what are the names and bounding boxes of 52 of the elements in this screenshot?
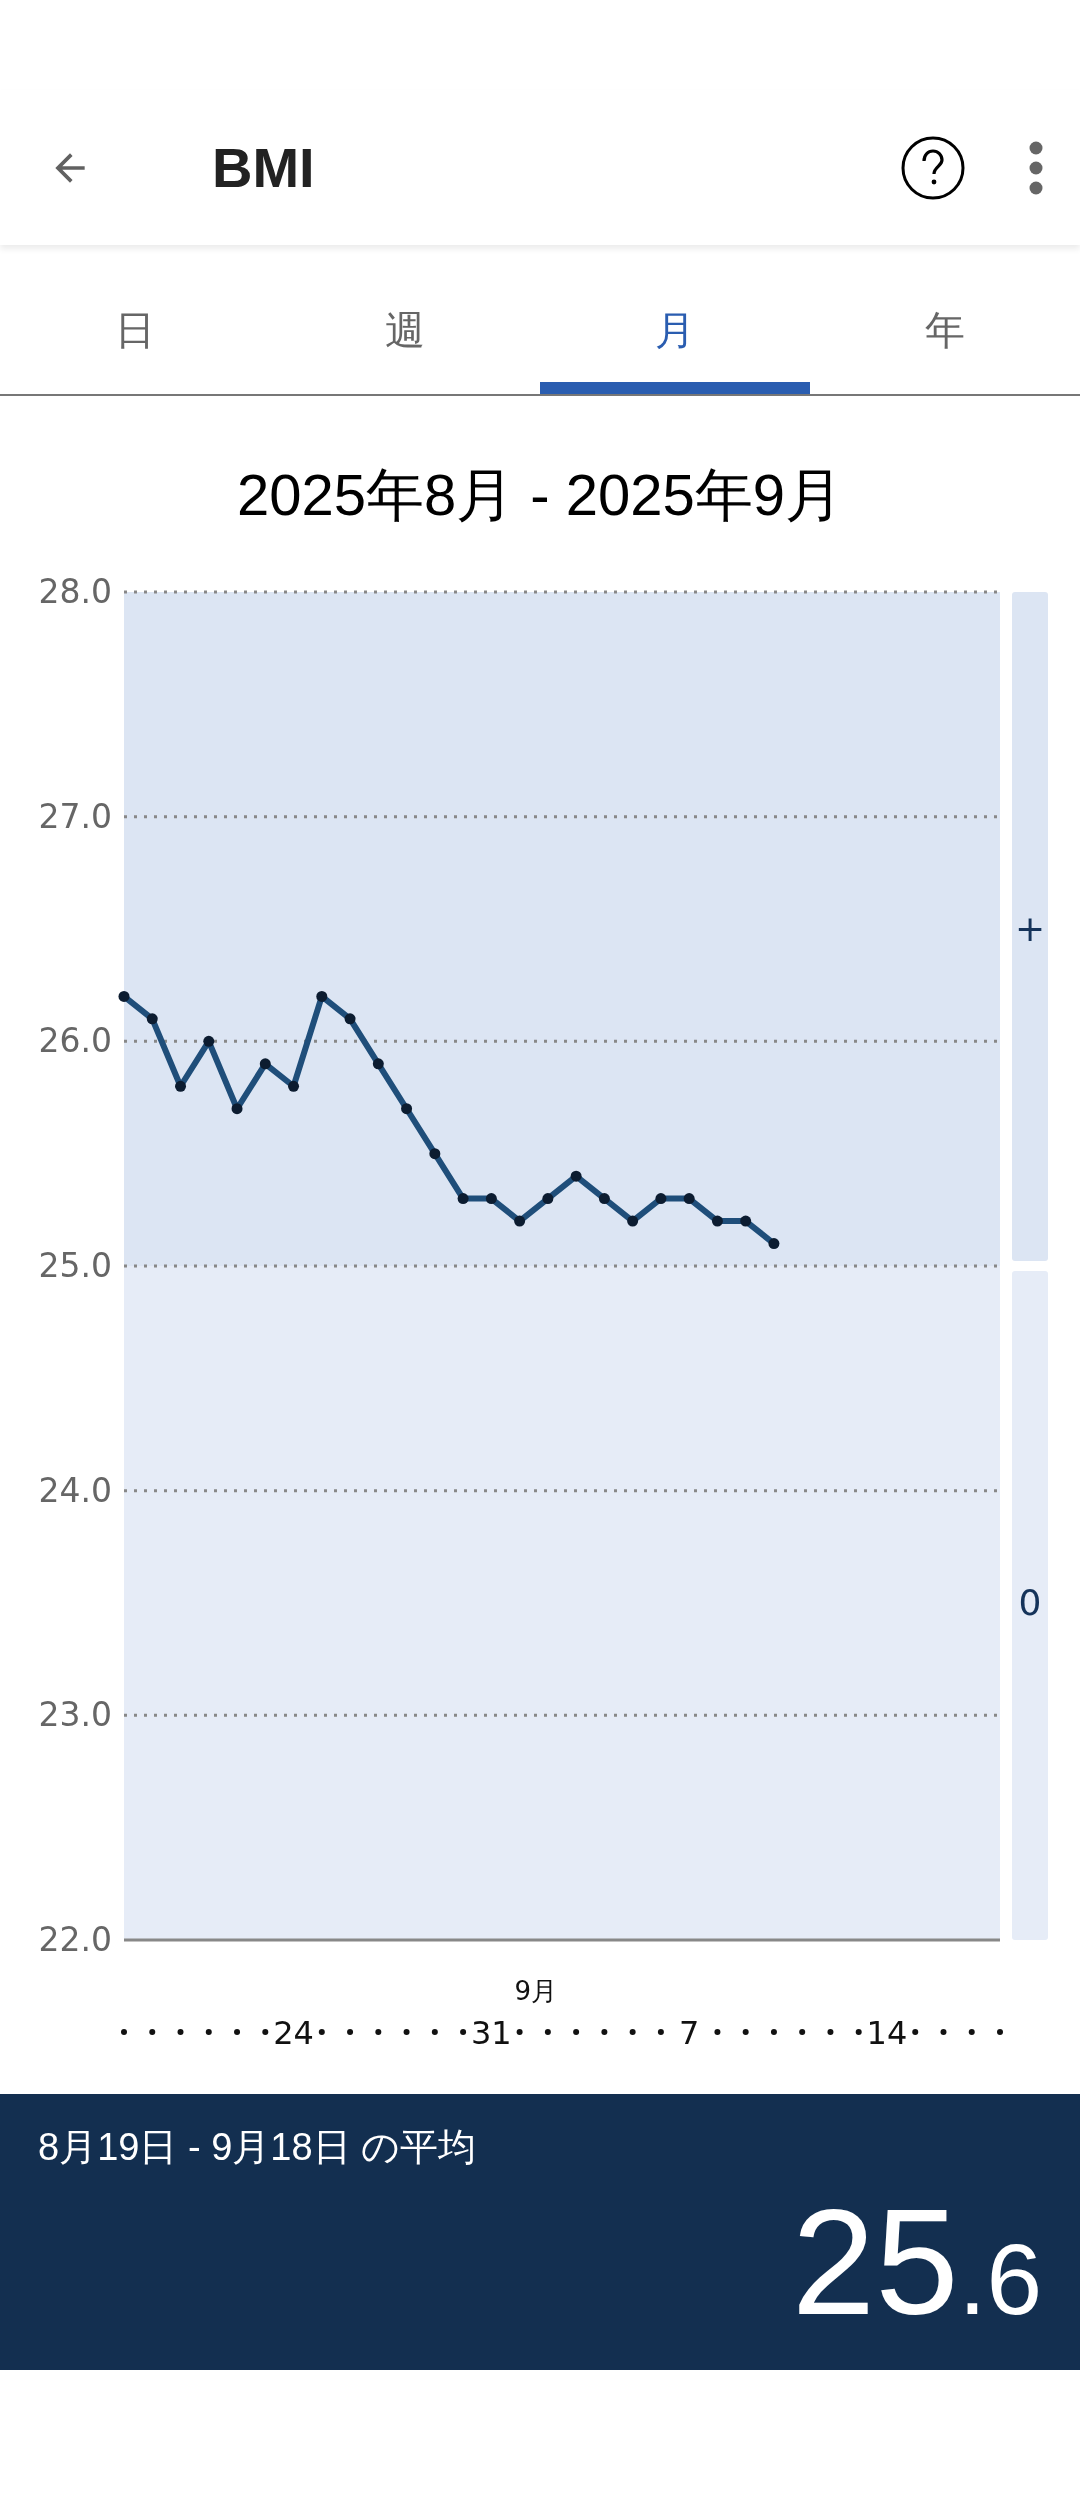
- x-axis-day-dot: [799, 2029, 806, 2035]
- x-axis-day-dot: [375, 2029, 382, 2035]
- x-axis-day-dot: [149, 2029, 156, 2035]
- y-axis-label: 25.0: [38, 1246, 112, 1285]
- help-icon[interactable]: [900, 134, 966, 201]
- y-axis-label: 23.0: [38, 1695, 112, 1735]
- x-axis-day-dot: [714, 2029, 721, 2035]
- zone-label: 0: [1018, 1582, 1042, 1623]
- screen-title: BMI: [212, 135, 316, 200]
- x-axis-day-dot: [912, 2029, 919, 2035]
- x-axis-day-dot: [347, 2029, 354, 2035]
- x-axis-day-dot: [516, 2029, 523, 2035]
- x-axis-label: 7: [679, 2014, 700, 2052]
- average-label: 8月19日 - 9月18日 の平均: [38, 2125, 477, 2170]
- x-axis-day-dot: [629, 2029, 636, 2035]
- x-axis-day-dot: [940, 2029, 947, 2035]
- x-axis-day-dot: [431, 2029, 438, 2035]
- y-axis-label: 22.0: [38, 1920, 112, 1959]
- x-axis-day-dot: [601, 2029, 608, 2035]
- average-value: 25.6: [791, 2187, 1042, 2337]
- x-axis-day-dot: [177, 2029, 184, 2035]
- x-axis-day-dot: [205, 2029, 212, 2035]
- x-axis-day-dot: [968, 2029, 975, 2035]
- x-axis-day-dot: [827, 2029, 834, 2035]
- x-axis-day-dot: [121, 2029, 127, 2035]
- month-label: 9月: [514, 1976, 557, 2006]
- x-axis-day-dot: [234, 2029, 241, 2035]
- x-axis-day-dot: [460, 2029, 467, 2035]
- x-axis-day-dot: [403, 2029, 410, 2035]
- tab[interactable]: 年: [810, 249, 1080, 394]
- x-axis-day-dot: [742, 2029, 749, 2035]
- x-axis-day-dot: [573, 2029, 580, 2035]
- x-axis-day-dot: [997, 2029, 1003, 2035]
- tab[interactable]: 週: [270, 249, 540, 394]
- x-axis-day-dot: [770, 2029, 777, 2035]
- x-axis-day-dot: [544, 2029, 551, 2035]
- tab[interactable]: 日: [0, 249, 270, 394]
- y-axis-label: 27.0: [38, 796, 112, 836]
- zone-label: +: [1014, 908, 1046, 949]
- x-axis-day-dot: [855, 2029, 862, 2035]
- x-axis-label: 31: [471, 2014, 512, 2052]
- x-axis-day-dot: [262, 2029, 269, 2035]
- more-menu-icon[interactable]: [1028, 140, 1044, 195]
- x-axis-day-dot: [318, 2029, 325, 2035]
- x-axis-label: 24: [273, 2014, 314, 2052]
- tab[interactable]: 月: [540, 249, 810, 394]
- y-axis-label: 24.0: [38, 1470, 112, 1510]
- x-axis-day-dot: [657, 2029, 664, 2035]
- x-axis-label: 14: [866, 2014, 908, 2052]
- y-axis-label: 28.0: [38, 572, 112, 611]
- date-range-title: 2025年8月 - 2025年9月: [235, 461, 845, 529]
- y-axis-label: 26.0: [38, 1021, 112, 1061]
